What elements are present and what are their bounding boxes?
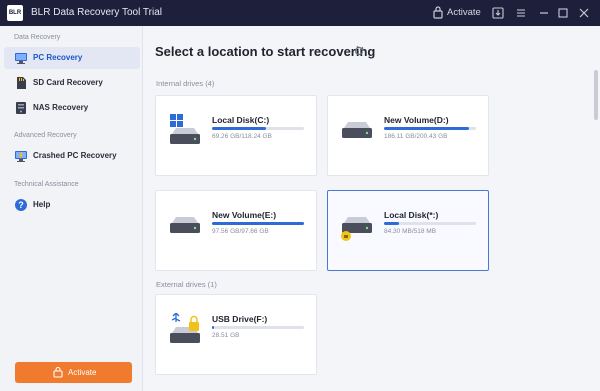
internal-drives-label: Internal drives (4) <box>156 79 215 88</box>
drive-usage-fill <box>212 127 266 130</box>
drive-usage-fill <box>384 222 399 225</box>
maximize-icon[interactable] <box>555 5 571 21</box>
section-title-data-recovery: Data Recovery <box>14 34 61 41</box>
drive-usage-fill <box>212 222 304 225</box>
section-title-advanced-recovery: Advanced Recovery <box>14 132 77 139</box>
external-drives-label: External drives (1) <box>156 280 217 289</box>
sidebar-item-label: Crashed PC Recovery <box>33 151 117 160</box>
drive-size: 28.51 GB <box>212 332 240 339</box>
drive-card-c[interactable]: Local Disk(C:) 69.26 GB/118.24 GB <box>155 95 317 176</box>
lock-icon <box>53 366 63 378</box>
drive-card-d[interactable]: New Volume(D:) 186.11 GB/200.43 GB <box>327 95 489 176</box>
app-logo: BLR <box>7 5 23 21</box>
drive-usage-bar <box>212 127 304 130</box>
refresh-icon[interactable] <box>354 46 364 56</box>
section-title-technical-assistance: Technical Assistance <box>14 181 79 188</box>
drive-card-usb-f[interactable]: USB Drive(F:) 28.51 GB <box>155 294 317 375</box>
drive-name: New Volume(D:) <box>384 115 449 125</box>
close-icon[interactable] <box>576 5 592 21</box>
drive-size: 97.56 GB/97.66 GB <box>212 228 269 235</box>
drive-name: New Volume(E:) <box>212 210 277 220</box>
update-icon[interactable] <box>490 5 506 21</box>
drive-card-unlettered[interactable]: Local Disk(*:) 84.30 MB/518 MB <box>327 190 489 271</box>
drive-usage-bar <box>212 326 304 329</box>
drive-usage-bar <box>384 127 476 130</box>
scrollbar-thumb[interactable] <box>594 70 598 120</box>
crashed-pc-icon <box>15 151 27 162</box>
sidebar-item-label: NAS Recovery <box>33 103 89 112</box>
windows-drive-icon <box>170 114 200 144</box>
drive-name: USB Drive(F:) <box>212 314 268 324</box>
usb-drive-icon <box>170 313 200 343</box>
hard-drive-icon <box>342 122 372 138</box>
drive-name: Local Disk(*:) <box>384 210 439 220</box>
activate-button-label: Activate <box>68 368 97 377</box>
sidebar: Data Recovery PC Recovery SD Card Recove… <box>0 26 143 391</box>
drive-size: 186.11 GB/200.43 GB <box>384 133 448 140</box>
drive-usage-bar <box>212 222 304 225</box>
drive-card-e[interactable]: New Volume(E:) 97.56 GB/97.66 GB <box>155 190 317 271</box>
sidebar-item-help[interactable]: ? Help <box>4 194 140 216</box>
sidebar-item-nas-recovery[interactable]: NAS Recovery <box>4 97 140 119</box>
hard-drive-icon <box>170 217 200 233</box>
drive-name: Local Disk(C:) <box>212 115 270 125</box>
titlebar-activate-link[interactable]: Activate <box>447 7 481 18</box>
page-title: Select a location to start recovering <box>155 44 376 59</box>
sd-card-icon <box>17 77 26 89</box>
minimize-icon[interactable] <box>536 5 552 21</box>
title-bar: BLR BLR Data Recovery Tool Trial Activat… <box>0 0 600 26</box>
main-panel: Select a location to start recovering In… <box>143 26 600 391</box>
sidebar-item-label: Help <box>33 200 51 209</box>
sidebar-item-label: PC Recovery <box>33 53 83 62</box>
window-title: BLR Data Recovery Tool Trial <box>31 7 162 18</box>
drive-size: 84.30 MB/518 MB <box>384 228 437 235</box>
drive-usage-fill <box>212 326 214 329</box>
locked-drive-icon <box>341 217 372 241</box>
monitor-icon <box>15 53 27 64</box>
nas-icon <box>16 102 26 114</box>
lock-icon[interactable] <box>432 5 444 19</box>
drive-usage-bar <box>384 222 476 225</box>
menu-icon[interactable] <box>513 5 529 21</box>
drive-usage-fill <box>384 127 470 130</box>
sidebar-item-pc-recovery[interactable]: PC Recovery <box>4 47 140 69</box>
help-icon: ? <box>15 199 27 211</box>
sidebar-item-label: SD Card Recovery <box>33 78 103 87</box>
sidebar-item-crashed-pc-recovery[interactable]: Crashed PC Recovery <box>4 145 140 167</box>
activate-button[interactable]: Activate <box>15 362 132 383</box>
svg-text:?: ? <box>18 200 24 210</box>
sidebar-item-sd-card-recovery[interactable]: SD Card Recovery <box>4 72 140 94</box>
drive-size: 69.26 GB/118.24 GB <box>212 133 272 140</box>
